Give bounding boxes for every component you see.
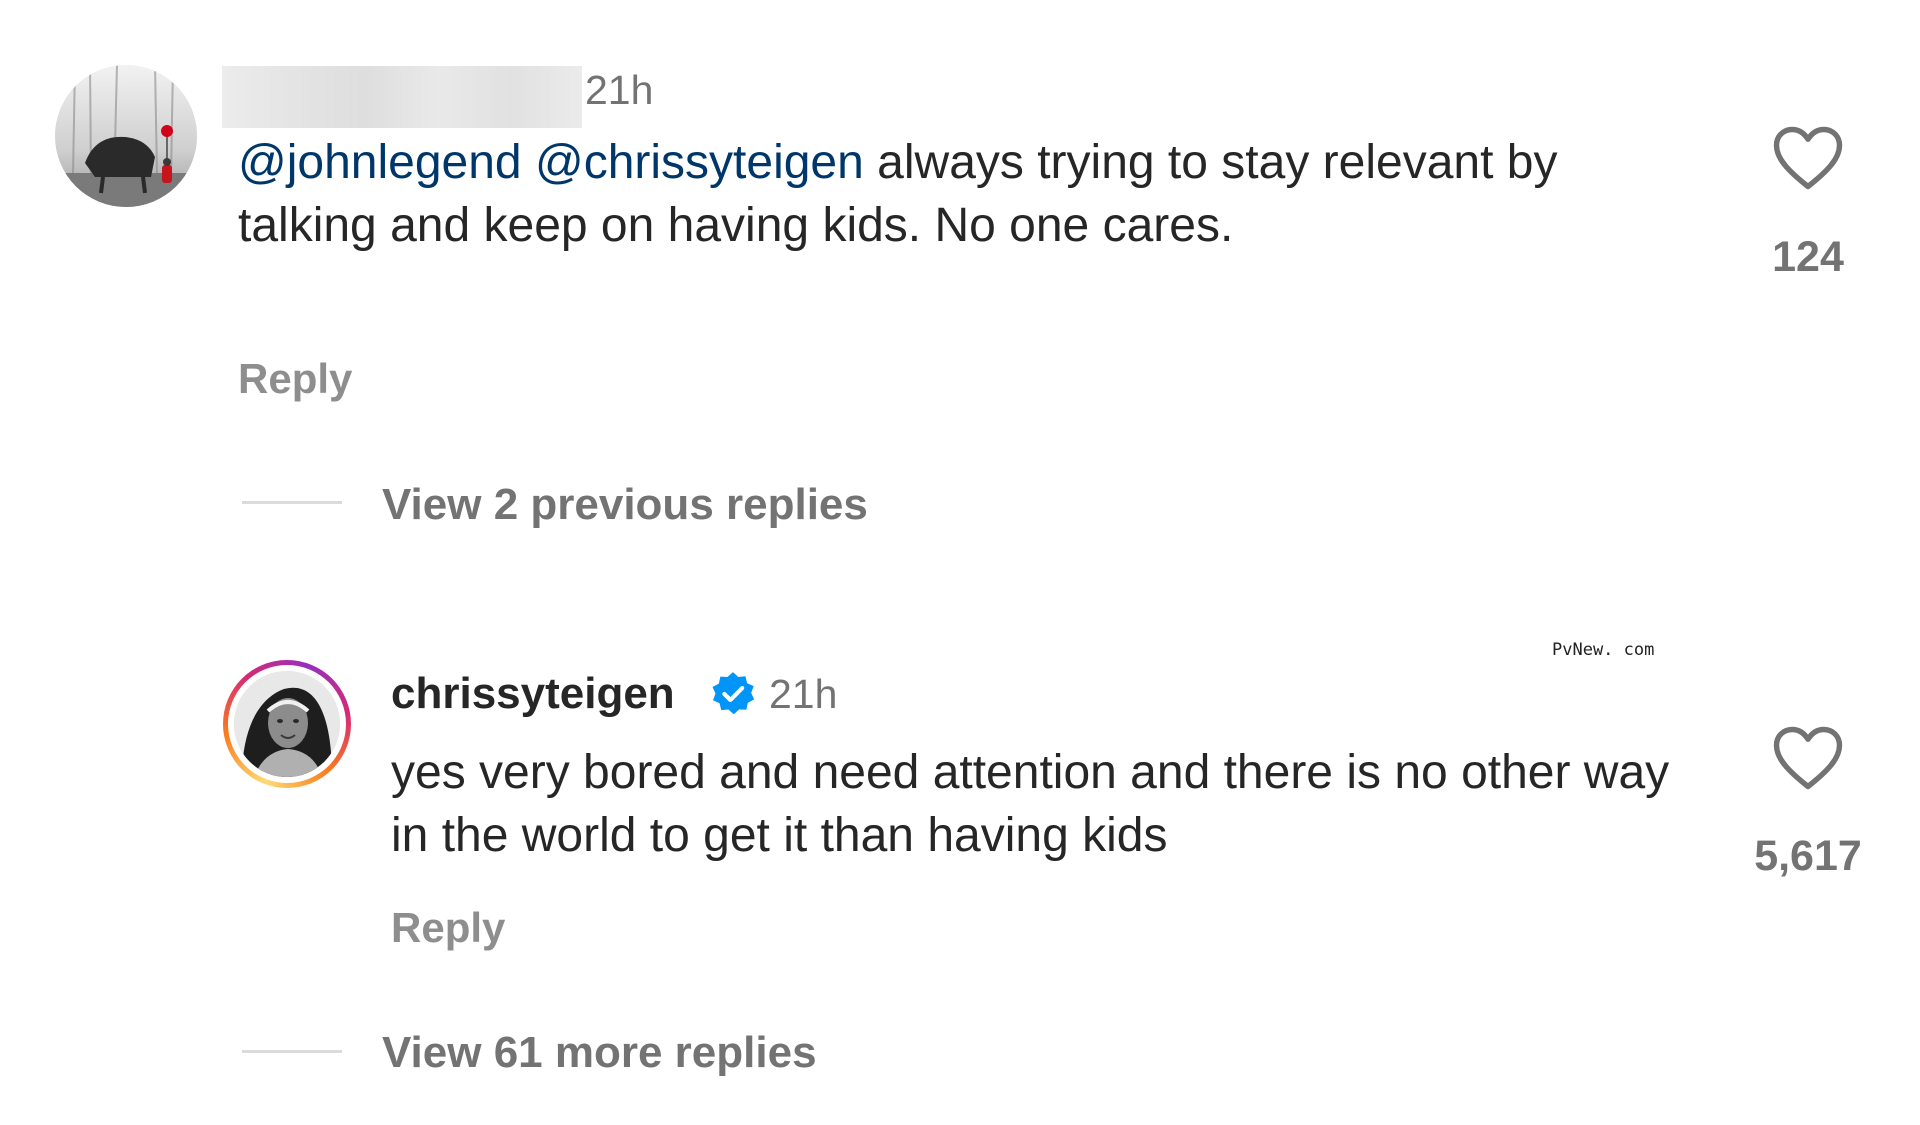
avatar-photo	[234, 671, 340, 777]
comment-username[interactable]: chrissyteigen	[391, 668, 675, 720]
avatar	[234, 671, 340, 777]
view-more-replies-button[interactable]: View 61 more replies	[382, 1027, 817, 1079]
verified-badge-icon	[712, 672, 755, 715]
replies-divider	[242, 1050, 342, 1053]
reply-button[interactable]: Reply	[238, 354, 352, 404]
comment-text: yes very bored and need attention and th…	[391, 746, 1670, 862]
story-ring-avatar[interactable]	[223, 660, 351, 788]
comment-text: @johnlegend @chrissyteigen always trying…	[238, 131, 1598, 257]
mention-link[interactable]: @chrissyteigen	[535, 136, 864, 189]
avatar-photo	[55, 65, 197, 207]
redacted-username	[222, 66, 582, 128]
view-previous-replies-button[interactable]: View 2 previous replies	[382, 479, 868, 531]
watermark: PvNew. com	[1552, 640, 1655, 660]
replies-divider	[242, 501, 342, 504]
like-count: 5,617	[1754, 832, 1862, 880]
commenter-avatar[interactable]	[55, 65, 197, 207]
comment-timestamp: 21h	[769, 671, 838, 717]
comment-timestamp: 21h	[585, 67, 654, 113]
heart-outline-icon[interactable]	[1772, 725, 1844, 791]
like-count: 124	[1772, 233, 1844, 281]
mention-link[interactable]: @johnlegend	[238, 136, 522, 189]
heart-outline-icon[interactable]	[1772, 125, 1844, 191]
reply-button[interactable]: Reply	[391, 903, 505, 953]
